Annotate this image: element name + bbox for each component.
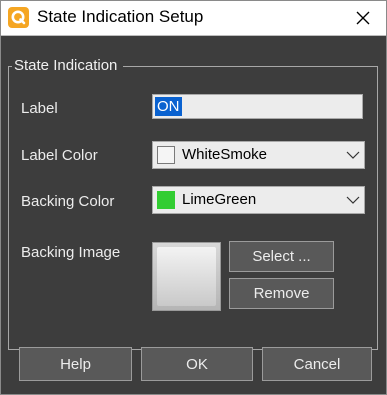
dialog-body: State Indication Label ON Label Color Wh… bbox=[1, 36, 386, 394]
label-input[interactable]: ON bbox=[152, 94, 363, 119]
chevron-down-icon bbox=[346, 196, 360, 204]
ok-button[interactable]: OK bbox=[141, 347, 253, 381]
title-bar: State Indication Setup bbox=[1, 1, 386, 36]
remove-image-button[interactable]: Remove bbox=[229, 278, 334, 309]
backing-color-swatch bbox=[157, 191, 175, 209]
backing-color-dropdown[interactable]: LimeGreen bbox=[152, 186, 365, 214]
label-color-swatch bbox=[157, 146, 175, 164]
backing-color-caption: Backing Color bbox=[21, 193, 115, 210]
state-indication-dialog: State Indication Setup State Indication … bbox=[0, 0, 387, 395]
label-caption: Label bbox=[21, 100, 58, 117]
app-logo-icon bbox=[8, 7, 29, 28]
backing-color-value: LimeGreen bbox=[182, 191, 257, 208]
image-placeholder bbox=[157, 247, 216, 306]
select-image-button[interactable]: Select ... bbox=[229, 241, 334, 272]
help-button[interactable]: Help bbox=[19, 347, 132, 381]
cancel-button[interactable]: Cancel bbox=[262, 347, 372, 381]
group-title: State Indication bbox=[12, 56, 124, 76]
close-icon bbox=[356, 11, 369, 25]
window-title: State Indication Setup bbox=[37, 7, 204, 26]
label-color-value: WhiteSmoke bbox=[182, 146, 268, 163]
backing-image-caption: Backing Image bbox=[21, 244, 121, 261]
label-color-dropdown[interactable]: WhiteSmoke bbox=[152, 141, 365, 169]
label-color-caption: Label Color bbox=[21, 147, 98, 164]
label-input-value: ON bbox=[155, 97, 182, 116]
close-button[interactable] bbox=[339, 1, 386, 35]
backing-image-preview bbox=[152, 242, 221, 311]
chevron-down-icon bbox=[346, 151, 360, 159]
